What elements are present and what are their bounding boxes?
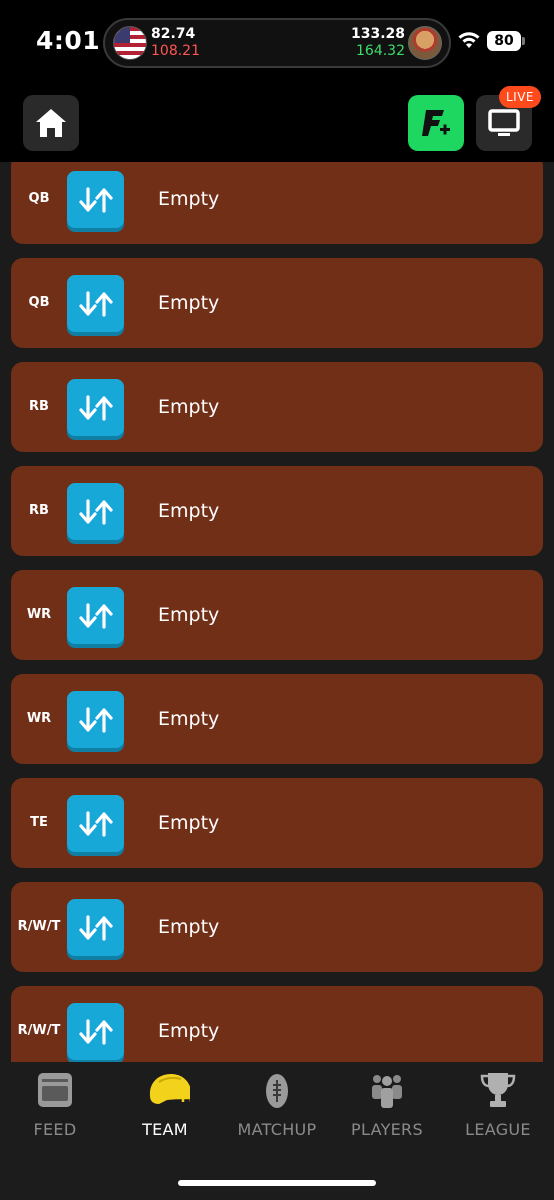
home-indicator (178, 1180, 376, 1186)
player-name: Empty (158, 708, 220, 730)
roster-slot[interactable]: WR Empty (11, 674, 543, 764)
swap-button[interactable] (67, 691, 124, 748)
swap-arrows-icon (78, 602, 113, 629)
player-name: Empty (158, 188, 220, 210)
players-icon (372, 1075, 402, 1108)
nav-label-feed: FEED (33, 1120, 77, 1139)
swap-button[interactable] (67, 795, 124, 852)
player-name: Empty (158, 916, 220, 938)
feed-icon (38, 1073, 72, 1107)
left-score-top: 82.74 (151, 26, 196, 42)
roster-slot[interactable]: WR Empty (11, 570, 543, 660)
swap-button[interactable] (67, 587, 124, 644)
player-name: Empty (158, 1020, 220, 1042)
player-name: Empty (158, 812, 220, 834)
player-name: Empty (158, 396, 220, 418)
swap-button[interactable] (67, 899, 124, 956)
status-time: 4:01 (36, 26, 101, 55)
right-score-bottom: 164.32 (356, 43, 405, 59)
swap-arrows-icon (78, 914, 113, 941)
home-button[interactable] (23, 95, 79, 151)
swap-button[interactable] (67, 275, 124, 332)
f-plus-icon (422, 110, 450, 136)
live-badge: LIVE (499, 86, 542, 108)
position-label: QB (28, 191, 50, 206)
roster-slot[interactable]: RB Empty (11, 362, 543, 452)
trophy-icon (480, 1073, 516, 1107)
position-label: R/W/T (17, 919, 61, 934)
roster-slot[interactable]: TE Empty (11, 778, 543, 868)
app-header: LIVE (0, 84, 554, 162)
position-label: WR (26, 711, 52, 726)
home-icon (36, 109, 66, 137)
helmet-icon (149, 1074, 190, 1104)
nav-label-team: TEAM (142, 1120, 188, 1139)
swap-arrows-icon (78, 290, 113, 317)
swap-arrows-icon (78, 706, 113, 733)
left-team-avatar (113, 26, 147, 60)
swap-arrows-icon (78, 498, 113, 525)
football-icon (266, 1074, 288, 1108)
swap-arrows-icon (78, 186, 113, 213)
wifi-icon (458, 32, 480, 48)
position-label: RB (29, 399, 49, 414)
roster-slot[interactable]: R/W/T Empty (11, 986, 543, 1062)
right-team-avatar (408, 26, 442, 60)
nav-matchup[interactable]: MATCHUP (222, 1062, 332, 1162)
tv-icon (488, 109, 520, 136)
swap-button[interactable] (67, 379, 124, 436)
position-label: WR (26, 607, 52, 622)
nav-league[interactable]: LEAGUE (443, 1062, 553, 1162)
swap-button[interactable] (67, 1003, 124, 1060)
roster-slot[interactable]: RB Empty (11, 466, 543, 556)
nav-label-matchup: MATCHUP (237, 1120, 317, 1139)
roster-list[interactable]: QB Empty QB Empty RB Empty RB Empty WR E… (0, 162, 554, 1062)
position-label: RB (29, 503, 49, 518)
roster-slot[interactable]: R/W/T Empty (11, 882, 543, 972)
swap-arrows-icon (78, 810, 113, 837)
nav-players[interactable]: PLAYERS (332, 1062, 442, 1162)
nav-feed[interactable]: FEED (0, 1062, 110, 1162)
swap-arrows-icon (78, 394, 113, 421)
swap-arrows-icon (78, 1018, 113, 1045)
fantasy-plus-button[interactable] (408, 95, 464, 151)
battery-indicator: 80 (487, 31, 525, 51)
right-score-top: 133.28 (350, 26, 405, 42)
player-name: Empty (158, 604, 220, 626)
live-score-island[interactable]: 82.74 108.21 133.28 164.32 (103, 18, 451, 68)
position-label: TE (30, 815, 48, 830)
left-score-bottom: 108.21 (151, 43, 200, 59)
screen: 4:01 82.74 108.21 133.28 164.32 80 LIVE … (0, 0, 554, 1200)
roster-slot[interactable]: QB Empty (11, 162, 543, 244)
swap-button[interactable] (67, 171, 124, 228)
player-name: Empty (158, 500, 220, 522)
nav-team[interactable]: TEAM (110, 1062, 220, 1162)
swap-button[interactable] (67, 483, 124, 540)
roster-slot[interactable]: QB Empty (11, 258, 543, 348)
position-label: R/W/T (17, 1023, 61, 1038)
nav-label-league: LEAGUE (465, 1120, 531, 1139)
nav-label-players: PLAYERS (351, 1120, 423, 1139)
player-name: Empty (158, 292, 220, 314)
status-bar: 4:01 82.74 108.21 133.28 164.32 80 (0, 0, 554, 84)
position-label: QB (28, 295, 50, 310)
